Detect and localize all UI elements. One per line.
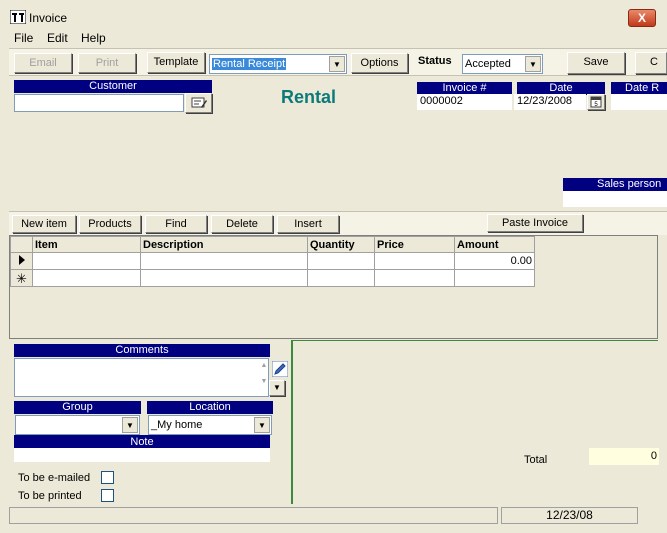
cell-price[interactable] xyxy=(374,269,455,287)
cell-item[interactable] xyxy=(32,269,141,287)
date-due-field[interactable] xyxy=(611,94,667,110)
column-header-description[interactable]: Description xyxy=(140,236,308,253)
cell-item[interactable] xyxy=(32,252,141,270)
delete-button[interactable]: Delete xyxy=(211,215,273,233)
template-select[interactable]: Rental Receipt ▼ xyxy=(209,54,347,74)
card-icon xyxy=(191,97,207,108)
cell-description[interactable] xyxy=(140,252,308,270)
salesperson-field[interactable] xyxy=(563,191,667,207)
save-button[interactable]: Save xyxy=(567,52,625,74)
status-bar: 12/23/08 xyxy=(9,507,658,525)
customer-label: Customer xyxy=(14,80,212,93)
note-field[interactable] xyxy=(14,448,270,462)
calendar-icon: 5 xyxy=(590,96,602,108)
details-panel: Comments ▲ ▼ ▼ Group ▼ Location _My home … xyxy=(9,340,292,504)
invoice-app-icon xyxy=(10,10,26,24)
column-header-amount[interactable]: Amount xyxy=(454,236,535,253)
date-picker-button[interactable]: 5 xyxy=(587,94,605,110)
close-window-button[interactable]: X xyxy=(628,9,656,27)
print-button[interactable]: Print xyxy=(78,53,136,73)
customer-input[interactable] xyxy=(14,94,184,112)
items-toolbar: New item Products Find Delete Insert Pas… xyxy=(9,211,667,235)
total-value: 0 xyxy=(589,448,659,465)
status-text xyxy=(9,507,498,524)
main-toolbar: Email Print Template Rental Receipt ▼ Op… xyxy=(9,48,667,76)
products-button[interactable]: Products xyxy=(79,215,141,233)
options-button[interactable]: Options xyxy=(351,53,408,73)
total-label: Total xyxy=(524,454,548,466)
line-items-table: Item Description Quantity Price Amount 0… xyxy=(10,236,535,287)
table-header-row: Item Description Quantity Price Amount xyxy=(10,236,535,253)
cell-price[interactable] xyxy=(374,252,455,270)
line-items-grid[interactable]: Item Description Quantity Price Amount 0… xyxy=(9,235,658,339)
status-date: 12/23/08 xyxy=(501,507,638,524)
location-select[interactable]: _My home ▼ xyxy=(148,415,272,435)
template-select-value: Rental Receipt xyxy=(212,58,287,70)
customer-lookup-button[interactable] xyxy=(185,93,212,113)
title-bar: Invoice X xyxy=(0,6,667,30)
comments-label: Comments xyxy=(14,344,270,357)
to-be-printed-label: To be printed xyxy=(18,490,82,502)
menu-edit[interactable]: Edit xyxy=(47,31,68,45)
note-label: Note xyxy=(14,435,270,449)
menu-file[interactable]: File xyxy=(14,31,33,45)
to-be-emailed-label: To be e-mailed xyxy=(18,472,91,484)
menu-bar: File Edit Help xyxy=(0,30,667,48)
cell-amount[interactable] xyxy=(454,269,535,287)
table-new-row[interactable]: ✳ xyxy=(10,269,535,287)
salesperson-label: Sales person xyxy=(563,178,667,191)
invoice-window: Invoice X File Edit Help Email Print Tem… xyxy=(0,0,667,533)
insert-button[interactable]: Insert xyxy=(277,215,339,233)
window-title: Invoice xyxy=(29,11,68,25)
close-button[interactable]: C xyxy=(635,52,667,74)
cell-quantity[interactable] xyxy=(307,269,375,287)
column-header-price[interactable]: Price xyxy=(374,236,455,253)
comments-dropdown-button[interactable]: ▼ xyxy=(269,380,285,396)
new-row-icon: ✳ xyxy=(10,269,33,287)
row-pointer-icon xyxy=(10,252,33,270)
location-select-value: _My home xyxy=(151,419,203,431)
email-button[interactable]: Email xyxy=(14,53,72,73)
column-header-quantity[interactable]: Quantity xyxy=(307,236,375,253)
template-button[interactable]: Template xyxy=(147,52,205,73)
to-be-emailed-checkbox[interactable] xyxy=(101,471,114,484)
chevron-down-icon[interactable]: ▼ xyxy=(254,417,270,433)
cell-amount[interactable]: 0.00 xyxy=(454,252,535,270)
chevron-down-icon[interactable]: ▼ xyxy=(525,56,541,72)
invoice-number-field[interactable]: 0000002 xyxy=(417,94,512,110)
status-select[interactable]: Accepted ▼ xyxy=(462,54,543,74)
comments-scrollbar[interactable]: ▲ ▼ xyxy=(259,358,269,397)
pencil-icon[interactable] xyxy=(271,360,289,378)
location-label: Location xyxy=(147,401,273,414)
column-header-item[interactable]: Item xyxy=(32,236,141,253)
find-button[interactable]: Find xyxy=(145,215,207,233)
group-select[interactable]: ▼ xyxy=(15,415,140,435)
date-field[interactable]: 12/23/2008 xyxy=(514,94,586,110)
to-be-printed-checkbox[interactable] xyxy=(101,489,114,502)
chevron-down-icon[interactable]: ▼ xyxy=(122,417,138,433)
status-select-value: Accepted xyxy=(465,58,511,70)
cell-description[interactable] xyxy=(140,269,308,287)
cell-quantity[interactable] xyxy=(307,252,375,270)
menu-help[interactable]: Help xyxy=(81,31,106,45)
chevron-down-icon[interactable]: ▼ xyxy=(329,56,345,72)
totals-panel: Total 0 xyxy=(292,340,659,504)
status-label: Status xyxy=(418,55,452,67)
table-row[interactable]: 0.00 xyxy=(10,252,535,270)
paste-invoice-button[interactable]: Paste Invoice xyxy=(487,214,583,232)
document-type-title: Rental xyxy=(281,87,337,107)
new-item-button[interactable]: New item xyxy=(12,215,76,233)
group-label: Group xyxy=(14,401,141,414)
comments-textarea[interactable] xyxy=(14,358,269,397)
row-selector-header xyxy=(10,236,33,253)
